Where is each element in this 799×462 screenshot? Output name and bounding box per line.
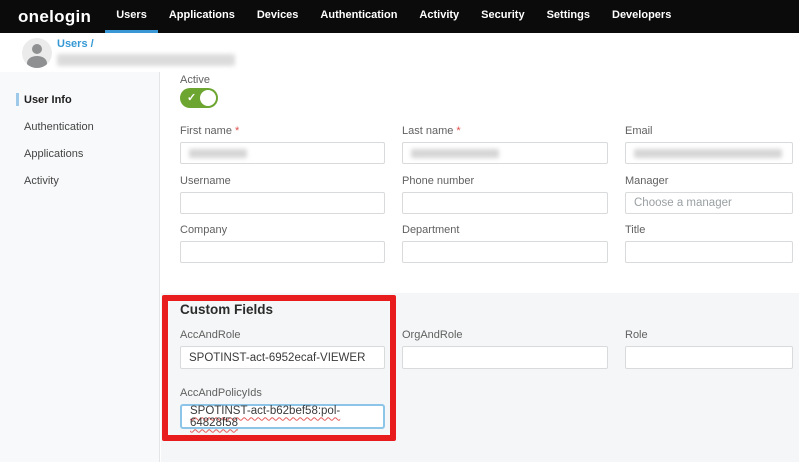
company-label: Company — [180, 224, 385, 237]
acc-and-policy-ids-field: AccAndPolicyIds SPOTINST-act-b62bef58:po… — [180, 387, 385, 429]
username-input[interactable] — [180, 192, 385, 214]
role-label: Role — [625, 329, 793, 342]
onelogin-user-page: onelogin Users Applications Devices Auth… — [0, 0, 799, 462]
nav-item-security[interactable]: Security — [470, 0, 535, 33]
company-input[interactable] — [180, 241, 385, 263]
acc-and-role-value: SPOTINST-act-6952ecaf-VIEWER — [189, 352, 365, 364]
acc-and-role-field: AccAndRole SPOTINST-act-6952ecaf-VIEWER — [180, 329, 385, 369]
sidebar-item-label: Authentication — [24, 121, 94, 133]
role-input[interactable] — [625, 346, 793, 369]
org-and-role-label: OrgAndRole — [402, 329, 608, 342]
nav-item-users[interactable]: Users — [105, 0, 158, 33]
last-name-field: Last name* — [402, 125, 608, 164]
breadcrumb-users-link[interactable]: Users / — [57, 38, 94, 50]
custom-fields-heading: Custom Fields — [180, 302, 273, 317]
acc-and-policy-ids-input[interactable]: SPOTINST-act-b62bef58:pol-64828f58 — [180, 404, 385, 429]
acc-and-policy-ids-label: AccAndPolicyIds — [180, 387, 385, 400]
title-input[interactable] — [625, 241, 793, 263]
email-field: Email — [625, 125, 793, 164]
avatar-head-shape — [32, 44, 42, 54]
department-input[interactable] — [402, 241, 608, 263]
nav-item-authentication[interactable]: Authentication — [309, 0, 408, 33]
nav-item-developers[interactable]: Developers — [601, 0, 682, 33]
active-label: Active — [180, 74, 210, 87]
acc-and-policy-ids-value: SPOTINST-act-b62bef58:pol-64828f58 — [190, 405, 383, 429]
required-asterisk: * — [235, 125, 239, 137]
sidebar-item-label: User Info — [24, 94, 72, 106]
sidebar-item-authentication[interactable]: Authentication — [0, 113, 159, 140]
first-name-field: First name* — [180, 125, 385, 164]
department-field: Department — [402, 224, 608, 263]
title-field: Title — [625, 224, 793, 263]
org-and-role-input[interactable] — [402, 346, 608, 369]
sidebar-item-user-info[interactable]: User Info — [0, 86, 159, 113]
acc-and-role-input[interactable]: SPOTINST-act-6952ecaf-VIEWER — [180, 346, 385, 369]
sidebar-item-applications[interactable]: Applications — [0, 140, 159, 167]
username-field: Username — [180, 175, 385, 214]
email-label: Email — [625, 125, 793, 138]
user-sidebar: User Info Authentication Applications Ac… — [0, 72, 160, 462]
manager-placeholder: Choose a manager — [634, 197, 732, 209]
first-name-input[interactable] — [180, 142, 385, 164]
avatar-shoulders-shape — [27, 56, 47, 68]
nav-item-applications[interactable]: Applications — [158, 0, 246, 33]
first-name-label: First name* — [180, 125, 385, 138]
department-label: Department — [402, 224, 608, 237]
required-asterisk: * — [456, 125, 460, 137]
nav-item-settings[interactable]: Settings — [536, 0, 601, 33]
redacted-username — [57, 54, 235, 66]
page-header: Users / — [0, 33, 799, 72]
nav-item-devices[interactable]: Devices — [246, 0, 310, 33]
phone-number-label: Phone number — [402, 175, 608, 188]
email-input[interactable] — [625, 142, 793, 164]
sidebar-item-label: Activity — [24, 175, 59, 187]
sidebar-item-activity[interactable]: Activity — [0, 167, 159, 194]
redacted-value — [411, 149, 499, 158]
last-name-label: Last name* — [402, 125, 608, 138]
nav-item-activity[interactable]: Activity — [408, 0, 470, 33]
top-nav-bar: onelogin Users Applications Devices Auth… — [0, 0, 799, 33]
title-label: Title — [625, 224, 793, 237]
toggle-knob — [200, 90, 216, 106]
onelogin-logo[interactable]: onelogin — [18, 0, 91, 33]
org-and-role-field: OrgAndRole — [402, 329, 608, 369]
manager-field: Manager Choose a manager — [625, 175, 793, 214]
check-icon: ✓ — [187, 91, 196, 104]
active-field: Active — [180, 74, 210, 87]
top-nav-items: Users Applications Devices Authenticatio… — [105, 0, 682, 33]
sidebar-item-label: Applications — [24, 148, 83, 160]
active-indicator-bar — [16, 93, 19, 106]
username-label: Username — [180, 175, 385, 188]
user-avatar-icon — [22, 38, 52, 68]
phone-number-input[interactable] — [402, 192, 608, 214]
last-name-input[interactable] — [402, 142, 608, 164]
manager-input[interactable]: Choose a manager — [625, 192, 793, 214]
company-field: Company — [180, 224, 385, 263]
acc-and-role-label: AccAndRole — [180, 329, 385, 342]
manager-label: Manager — [625, 175, 793, 188]
redacted-value — [634, 149, 782, 158]
redacted-value — [189, 149, 247, 158]
active-toggle[interactable]: ✓ — [180, 88, 218, 108]
role-field: Role — [625, 329, 793, 369]
custom-fields-section-background — [161, 293, 799, 462]
phone-number-field: Phone number — [402, 175, 608, 214]
